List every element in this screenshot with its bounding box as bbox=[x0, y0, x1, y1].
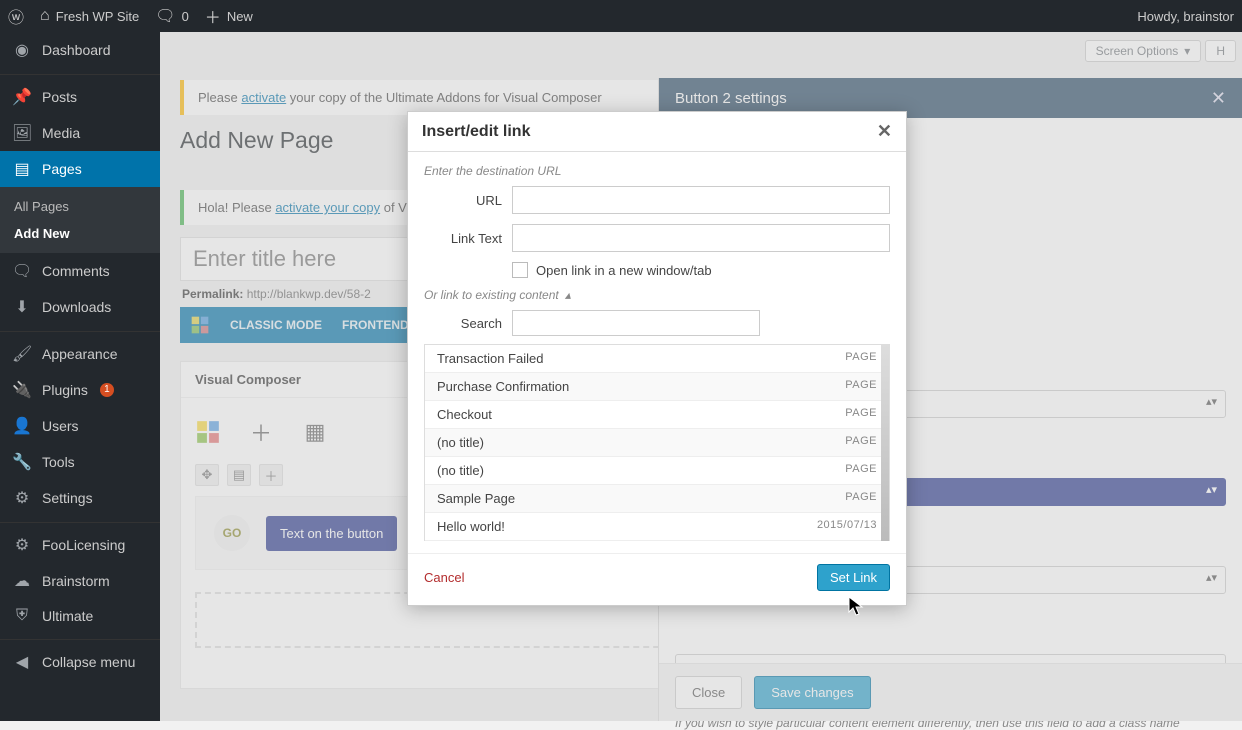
plus-icon: ＋ bbox=[205, 4, 221, 28]
collapse-menu[interactable]: ◀Collapse menu bbox=[0, 639, 160, 680]
destination-url-label: Enter the destination URL bbox=[424, 164, 890, 178]
result-row[interactable]: Sample PagePAGE bbox=[425, 485, 889, 513]
sidebar-item-pages[interactable]: ▤Pages bbox=[0, 151, 160, 187]
dashboard-icon: ◉ bbox=[12, 40, 32, 60]
wrench-icon: 🔧 bbox=[12, 452, 32, 472]
modal-header: Insert/edit link ✕ bbox=[408, 112, 906, 152]
sidebar-item-downloads[interactable]: ⬇Downloads bbox=[0, 289, 160, 325]
triangle-up-icon: ▴ bbox=[565, 288, 571, 302]
insert-link-modal: Insert/edit link ✕ Enter the destination… bbox=[407, 111, 907, 606]
page-icon: ▤ bbox=[12, 159, 32, 179]
comment-icon: 🗨 bbox=[155, 6, 175, 26]
search-input[interactable] bbox=[512, 310, 760, 336]
admin-bar: ⓦ ⌂Fresh WP Site 🗨0 ＋New Howdy, brainsto… bbox=[0, 0, 1242, 32]
sidebar-item-brainstorm[interactable]: ☁Brainstorm bbox=[0, 563, 160, 599]
home-icon: ⌂ bbox=[40, 7, 50, 25]
sidebar-item-dashboard[interactable]: ◉Dashboard bbox=[0, 32, 160, 68]
wp-logo[interactable]: ⓦ bbox=[8, 4, 24, 28]
plugin-icon: 🔌 bbox=[12, 380, 32, 400]
comments-count: 0 bbox=[182, 9, 189, 24]
search-label: Search bbox=[424, 316, 502, 331]
sidebar-item-settings[interactable]: ⚙Settings bbox=[0, 480, 160, 516]
result-row[interactable]: Transaction FailedPAGE bbox=[425, 345, 889, 373]
pin-icon: 📌 bbox=[12, 87, 32, 107]
pages-submenu: All Pages Add New bbox=[0, 187, 160, 253]
site-name: Fresh WP Site bbox=[56, 9, 140, 24]
media-icon: 🖼 bbox=[12, 123, 32, 143]
howdy-link[interactable]: Howdy, brainstor bbox=[1137, 9, 1234, 24]
user-icon: 👤 bbox=[12, 416, 32, 436]
sidebar-item-posts[interactable]: 📌Posts bbox=[0, 74, 160, 115]
sidebar-item-tools[interactable]: 🔧Tools bbox=[0, 444, 160, 480]
checkbox-icon[interactable] bbox=[512, 262, 528, 278]
submenu-add-new[interactable]: Add New bbox=[0, 220, 160, 247]
shield-icon: ⛨ bbox=[12, 607, 32, 625]
result-row[interactable]: (no title)PAGE bbox=[425, 429, 889, 457]
sidebar-item-comments[interactable]: 🗨Comments bbox=[0, 253, 160, 289]
download-icon: ⬇ bbox=[12, 297, 32, 317]
new-label: New bbox=[227, 9, 253, 24]
cancel-button[interactable]: Cancel bbox=[424, 570, 464, 585]
set-link-button[interactable]: Set Link bbox=[817, 564, 890, 591]
result-row[interactable]: Hello world!2015/07/13 bbox=[425, 513, 889, 541]
link-results-list[interactable]: Transaction FailedPAGE Purchase Confirma… bbox=[424, 344, 890, 541]
result-row[interactable]: Purchase ConfirmationPAGE bbox=[425, 373, 889, 401]
collapse-icon: ◀ bbox=[12, 652, 32, 672]
admin-sidebar: ◉Dashboard 📌Posts 🖼Media ▤Pages All Page… bbox=[0, 32, 160, 721]
comments-link[interactable]: 🗨0 bbox=[155, 6, 189, 26]
brush-icon: 🖌 bbox=[12, 344, 32, 364]
url-input[interactable] bbox=[512, 186, 890, 214]
link-text-input[interactable] bbox=[512, 224, 890, 252]
submenu-all-pages[interactable]: All Pages bbox=[0, 193, 160, 220]
existing-content-label[interactable]: Or link to existing content ▴ bbox=[424, 288, 890, 302]
link-text-label: Link Text bbox=[424, 231, 502, 246]
howdy-text: Howdy, brainstor bbox=[1137, 9, 1234, 24]
wordpress-icon: ⓦ bbox=[8, 4, 24, 28]
modal-close-icon[interactable]: ✕ bbox=[877, 121, 892, 142]
result-row[interactable]: CheckoutPAGE bbox=[425, 401, 889, 429]
sidebar-item-foolicensing[interactable]: ⚙FooLicensing bbox=[0, 522, 160, 563]
sidebar-item-media[interactable]: 🖼Media bbox=[0, 115, 160, 151]
sidebar-item-users[interactable]: 👤Users bbox=[0, 408, 160, 444]
url-label: URL bbox=[424, 193, 502, 208]
sliders-icon: ⚙ bbox=[12, 488, 32, 508]
result-row[interactable]: (no title)PAGE bbox=[425, 457, 889, 485]
gear-icon: ⚙ bbox=[12, 535, 32, 555]
comment-icon: 🗨 bbox=[12, 261, 32, 281]
site-link[interactable]: ⌂ Fresh WP Site bbox=[40, 7, 139, 25]
new-link[interactable]: ＋ New bbox=[205, 4, 253, 28]
sidebar-item-plugins[interactable]: 🔌Plugins1 bbox=[0, 372, 160, 408]
sidebar-item-ultimate[interactable]: ⛨Ultimate bbox=[0, 599, 160, 633]
new-tab-checkbox-label[interactable]: Open link in a new window/tab bbox=[512, 262, 712, 278]
sidebar-item-appearance[interactable]: 🖌Appearance bbox=[0, 331, 160, 372]
brain-icon: ☁ bbox=[12, 571, 32, 591]
plugins-badge: 1 bbox=[100, 383, 114, 397]
